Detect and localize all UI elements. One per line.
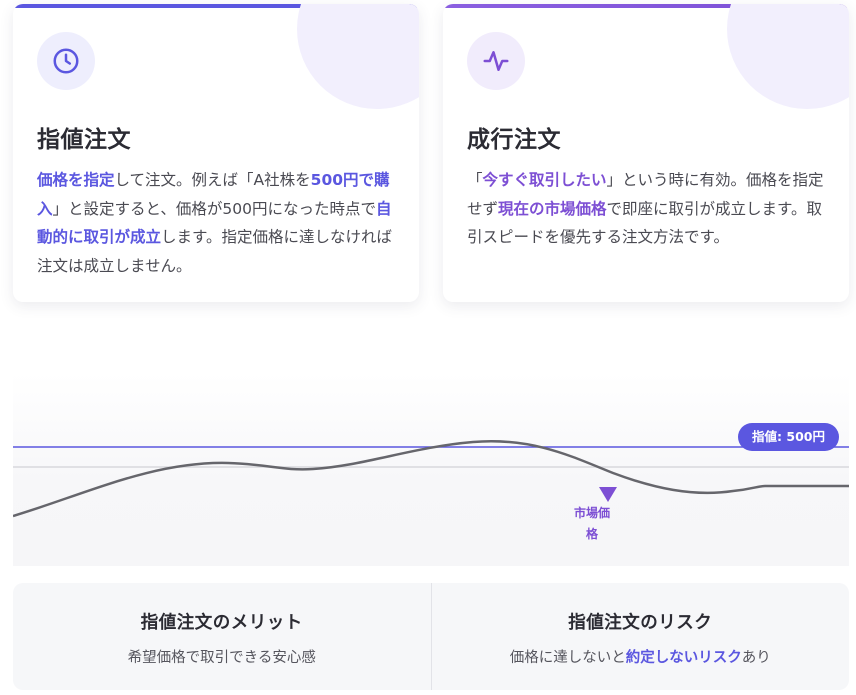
desc-text: 「 [467, 171, 483, 189]
risk-section: 指値注文のリスク 価格に達しないと約定しないリスクあり [430, 583, 850, 690]
risk-text: 価格に達しないと約定しないリスクあり [432, 646, 850, 667]
icon-badge [37, 32, 95, 90]
price-line [13, 440, 849, 518]
decorative-circle [297, 4, 419, 109]
merit-section: 指値注文のメリット 希望価格で取引できる安心感 [13, 583, 431, 690]
highlight-text: 現在の市場価格 [498, 199, 607, 218]
risk-text-part: あり [741, 650, 771, 666]
clock-icon [53, 48, 79, 74]
market-price-marker [599, 487, 617, 502]
market-order-card: 成行注文 「今すぐ取引したい」という時に有効。価格を指定せず現在の市場価格で即座… [443, 4, 849, 302]
highlight-text: 今すぐ取引したい [482, 171, 607, 189]
limit-price-badge: 指値: 500円 [738, 423, 839, 451]
merit-risk-panel: 指値注文のメリット 希望価格で取引できる安心感 指値注文のリスク 価格に達しない… [13, 583, 849, 690]
market-order-title: 成行注文 [467, 127, 561, 153]
price-chart: 指値: 500円 市場価格 [13, 373, 849, 566]
risk-highlight: 約定しないリスク [625, 650, 742, 666]
limit-order-description: 価格を指定して注文。例えば「A社株を500円で購入」と設定すると、価格が500円… [37, 166, 399, 280]
risk-text-part: 価格に達しないと [509, 650, 626, 666]
limit-order-title: 指値注文 [37, 127, 131, 153]
merit-title: 指値注文のメリット [140, 613, 303, 633]
market-price-label: 市場価格 [573, 506, 610, 541]
market-order-description: 「今すぐ取引したい」という時に有効。価格を指定せず現在の市場価格で即座に取引が成… [467, 166, 829, 252]
merit-text: 希望価格で取引できる安心感 [127, 650, 316, 666]
pulse-icon [483, 51, 509, 71]
price-chart-svg [13, 440, 849, 518]
decorative-circle [727, 4, 849, 109]
risk-title: 指値注文のリスク [568, 613, 713, 633]
desc-text: 」と設定すると、価格が500円になった時点で [52, 199, 376, 218]
icon-badge [467, 32, 525, 90]
highlight-text: 価格を指定 [37, 171, 115, 189]
limit-order-card: 指値注文 価格を指定して注文。例えば「A社株を500円で購入」と設定すると、価格… [13, 4, 419, 302]
desc-text: して注文。例えば「A社株を [114, 171, 311, 189]
